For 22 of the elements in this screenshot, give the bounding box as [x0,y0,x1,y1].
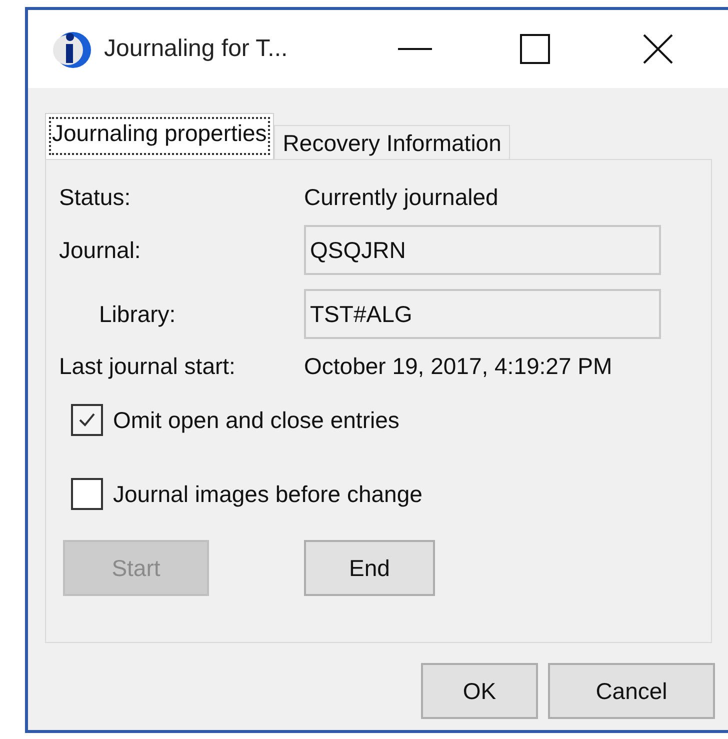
tab[interactable]: Recovery Information [274,125,510,159]
ok-button[interactable]: OK [421,663,538,719]
checkbox[interactable] [71,478,103,510]
checkbox-label: Omit open and close entries [113,406,400,434]
cancel-button[interactable]: Cancel [548,663,715,719]
checkbox[interactable] [71,404,103,436]
field-label: Journal: [59,236,142,264]
info-icon [52,29,92,69]
input-field[interactable]: QSQJRN [304,225,661,275]
close-icon[interactable] [643,34,673,64]
end-button[interactable]: End [304,540,435,596]
window-title: Journaling for T... [104,35,289,63]
maximize-icon[interactable] [520,34,550,64]
field-label: Status: [59,184,132,211]
field-label: Library: [98,300,177,328]
tab[interactable]: Journaling properties [45,113,274,159]
minimize-icon[interactable] [398,47,432,51]
field-label: Last journal start: [59,353,236,380]
field-value: Currently journaled [304,184,500,211]
checkbox-label: Journal images before change [113,480,422,508]
field-value: October 19, 2017, 4:19:27 PM [304,353,614,380]
input-field[interactable]: TST#ALG [304,289,661,339]
